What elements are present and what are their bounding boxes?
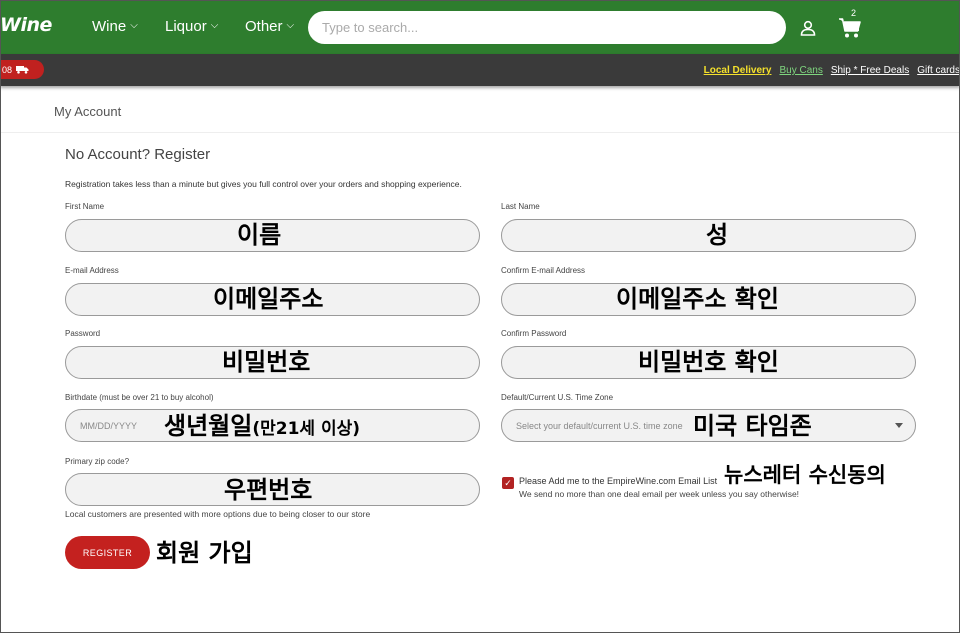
gift-cards-link[interactable]: Gift cards — [917, 65, 960, 76]
delivery-pill[interactable]: 08 — [0, 60, 44, 79]
email-annotation: 이메일주소 — [213, 285, 324, 313]
newsletter-subtext: We send no more than one deal email per … — [519, 489, 800, 499]
buy-cans-link[interactable]: Buy Cans — [779, 65, 822, 76]
nav-liquor[interactable]: Liquor ⌵ — [165, 18, 218, 35]
register-form-title: No Account? Register — [65, 146, 211, 163]
nav-other[interactable]: Other ⌵ — [245, 18, 294, 35]
shopping-cart-icon[interactable] — [838, 17, 862, 39]
truck-icon — [16, 66, 29, 74]
confirm-email-label: Confirm E-mail Address — [501, 266, 586, 275]
nav-liquor-label: Liquor — [165, 18, 207, 35]
birthdate-annotation: 생년월일(만21세 이상) — [164, 414, 360, 438]
password-annotation: 비밀번호 — [222, 348, 311, 376]
chevron-down-icon: ⌵ — [130, 20, 138, 31]
birthdate-annotation-main: 생년월일 — [164, 412, 253, 440]
confirm-email-annotation: 이메일주소 확인 — [616, 285, 779, 313]
birthdate-label: Birthdate (must be over 21 to buy alcoho… — [65, 393, 214, 402]
promo-bar: 08 Local Delivery Buy Cans Ship * Free D… — [0, 54, 960, 86]
register-annotation: 회원 가입 — [156, 539, 253, 567]
chevron-down-icon: ⌵ — [210, 20, 219, 31]
timezone-placeholder: Select your default/current U.S. time zo… — [516, 421, 683, 431]
nav-wine[interactable]: Wine ⌵ — [92, 18, 138, 35]
newsletter-checkbox[interactable]: ✓ — [502, 477, 514, 489]
chevron-down-icon: ⌵ — [286, 20, 295, 31]
register-button[interactable]: REGISTER — [65, 536, 150, 569]
newsletter-annotation: 뉴스레터 수신동의 — [724, 463, 886, 487]
local-delivery-link[interactable]: Local Delivery — [704, 65, 772, 76]
zip-annotation: 우편번호 — [224, 476, 313, 504]
zip-hint: Local customers are presented with more … — [65, 509, 371, 519]
timezone-annotation: 미국 타임존 — [693, 412, 812, 440]
last-name-label: Last Name — [501, 202, 540, 211]
first-name-annotation: 이름 — [237, 221, 282, 249]
newsletter-label: Please Add me to the EmpireWine.com Emai… — [519, 476, 718, 486]
birthdate-annotation-note: (만21세 이상) — [252, 419, 361, 439]
ship-free-deals-link[interactable]: Ship * Free Deals — [831, 65, 909, 76]
delivery-pill-text: 08 — [2, 64, 13, 75]
promo-links: Local Delivery Buy Cans Ship * Free Deal… — [704, 65, 960, 76]
confirm-password-label: Confirm Password — [501, 329, 567, 338]
nav-wine-label: Wine — [92, 18, 127, 35]
user-account-icon[interactable] — [799, 19, 817, 37]
register-intro-text: Registration takes less than a minute bu… — [65, 179, 462, 189]
top-header: Wine Wine ⌵ Liquor ⌵ Other ⌵ 2 — [0, 0, 960, 54]
birthdate-placeholder: MM/DD/YYYY — [80, 421, 138, 431]
nav-other-label: Other — [245, 18, 283, 35]
check-icon: ✓ — [504, 477, 512, 488]
timezone-label: Default/Current U.S. Time Zone — [501, 393, 614, 402]
email-label: E-mail Address — [65, 266, 119, 275]
password-label: Password — [65, 329, 101, 338]
last-name-annotation: 성 — [706, 221, 729, 249]
zip-label: Primary zip code? — [65, 457, 130, 466]
site-logo[interactable]: Wine — [0, 14, 52, 36]
confirm-password-annotation: 비밀번호 확인 — [638, 348, 779, 376]
page-title: My Account — [54, 104, 122, 119]
caret-down-icon — [895, 423, 903, 428]
first-name-label: First Name — [65, 202, 105, 211]
search-input[interactable] — [308, 11, 786, 44]
divider — [0, 132, 960, 133]
